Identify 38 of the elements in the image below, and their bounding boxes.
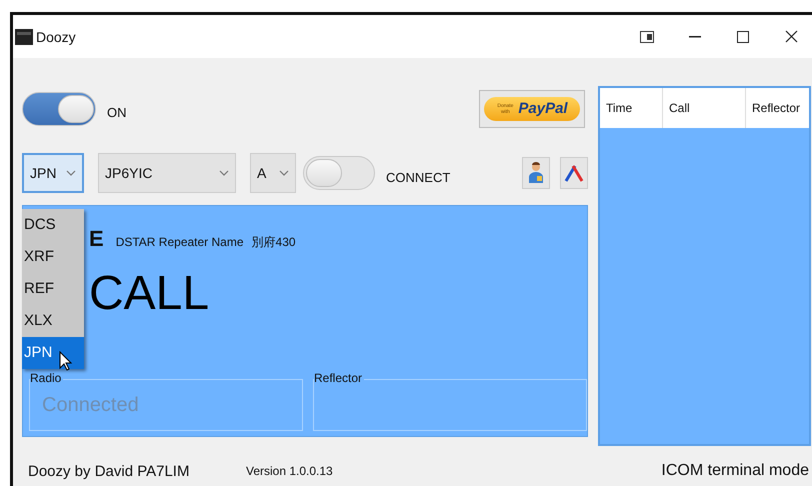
- window-title: Doozy: [36, 28, 77, 44]
- connect-toggle[interactable]: [303, 156, 375, 190]
- dropdown-option[interactable]: XLX: [22, 305, 84, 337]
- dropdown-option[interactable]: JPN: [22, 337, 84, 369]
- mode-dropdown[interactable]: JPN: [22, 153, 84, 193]
- repeater-name: 別府430: [252, 234, 296, 251]
- column-header[interactable]: Time: [600, 88, 663, 128]
- dropdown-option[interactable]: XRF: [22, 241, 84, 273]
- group-legend: Reflector: [314, 371, 364, 385]
- power-toggle[interactable]: [22, 92, 96, 126]
- radio-status: Connected: [42, 394, 139, 417]
- cursor-icon: [59, 351, 73, 371]
- dropdown-option[interactable]: REF: [22, 273, 84, 305]
- caret-icon: [279, 170, 289, 176]
- toggle-label: CONNECT: [386, 170, 450, 184]
- maximize-icon: [737, 30, 749, 42]
- column-header[interactable]: Call: [663, 88, 746, 128]
- callsign-text: CALL: [89, 270, 210, 318]
- caret-icon: [66, 170, 76, 176]
- tools-button[interactable]: [560, 157, 588, 189]
- module-dropdown[interactable]: A: [250, 153, 296, 193]
- tools-icon: [564, 163, 584, 183]
- repeater-dropdown[interactable]: JP6YIC: [98, 153, 236, 193]
- app-icon: [15, 28, 33, 46]
- toggle-label: ON: [107, 105, 126, 120]
- repeater-caption: DSTAR Repeater Name: [116, 235, 244, 249]
- person-button[interactable]: [522, 157, 550, 189]
- group-legend: Radio: [30, 371, 64, 385]
- mode-text: ICOM terminal mode: [661, 462, 809, 480]
- dropdown-option[interactable]: DCS: [22, 209, 84, 241]
- credit-text: Doozy by David PA7LIM: [28, 462, 190, 480]
- minimize-icon: [689, 36, 701, 38]
- column-header[interactable]: Reflector: [746, 88, 809, 128]
- caret-icon: [219, 170, 229, 176]
- label-text: E: [89, 226, 104, 252]
- version-text: Version 1.0.0.13: [246, 464, 333, 478]
- person-icon: [528, 162, 544, 184]
- close-icon: [784, 30, 798, 43]
